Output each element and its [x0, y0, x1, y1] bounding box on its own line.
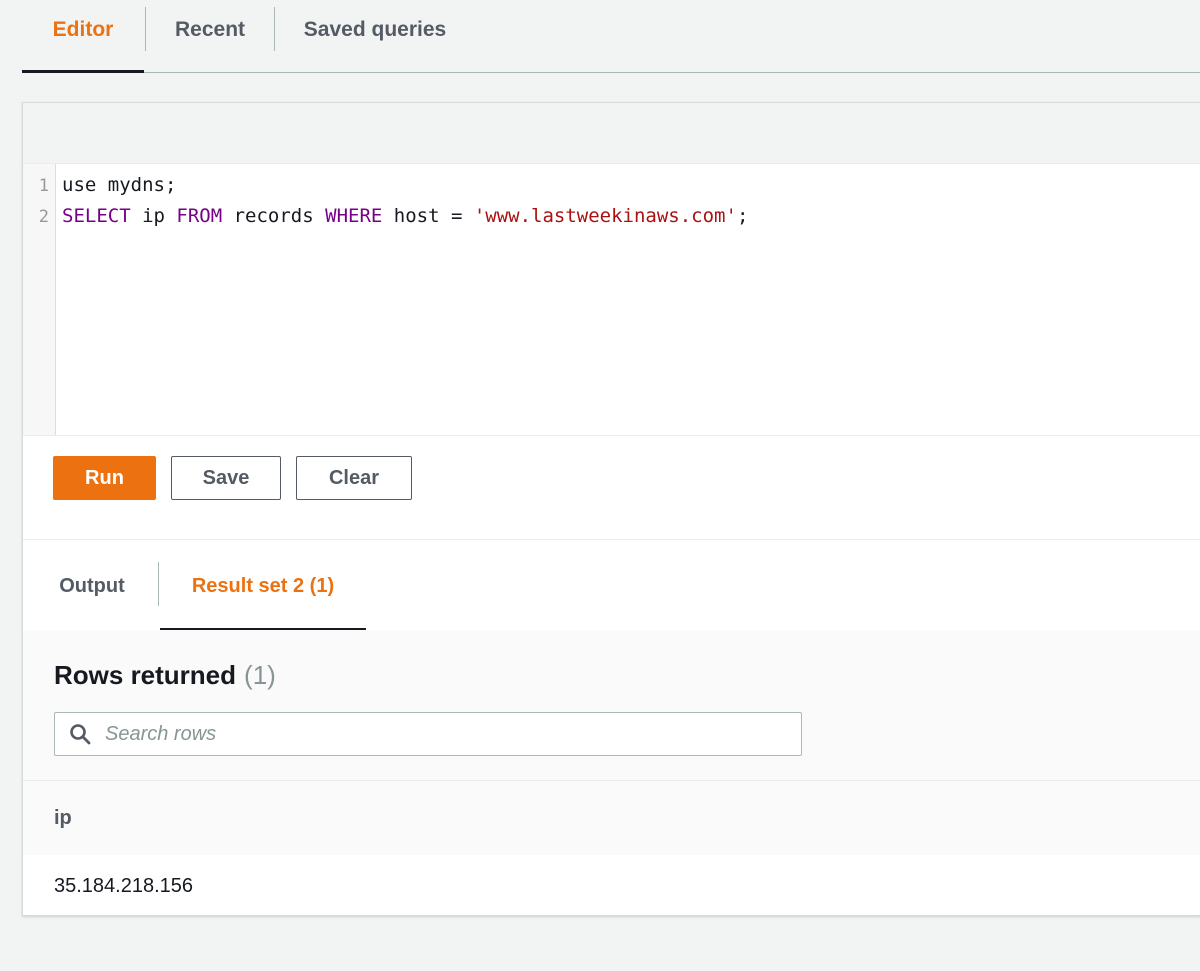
search-rows-box[interactable] — [54, 712, 802, 756]
save-button[interactable]: Save — [171, 456, 281, 500]
tab-divider — [158, 562, 159, 606]
result-tab-bar: Output Result set 2 (1) — [23, 539, 1200, 631]
run-button[interactable]: Run — [53, 456, 156, 500]
code-line-1[interactable]: use mydns; — [62, 174, 176, 196]
line-number: 2 — [38, 207, 49, 227]
code-line-2[interactable]: SELECT ip FROM records WHERE host = 'www… — [62, 205, 748, 227]
results-panel: Rows returned(1) ip 35.184.218.156 — [23, 630, 1200, 915]
clear-button[interactable]: Clear — [296, 456, 412, 500]
code-text: records — [222, 205, 326, 227]
code-text: ip — [130, 205, 177, 227]
sql-keyword: FROM — [176, 205, 223, 227]
top-tab-bar: Editor Recent Saved queries — [22, 0, 1200, 73]
sql-string: 'www.lastweekinaws.com' — [473, 205, 737, 227]
search-icon — [70, 724, 91, 745]
tab-editor[interactable]: Editor — [22, 0, 144, 73]
code-editor[interactable]: 1 2 use mydns; SELECT ip FROM records WH… — [23, 164, 1200, 436]
tab-result-set[interactable]: Result set 2 (1) — [160, 540, 366, 631]
tab-output[interactable]: Output — [40, 540, 144, 630]
tab-saved-queries[interactable]: Saved queries — [275, 0, 475, 72]
results-heading: Rows returned (1) — [54, 660, 276, 691]
rows-count: (1) — [244, 660, 276, 690]
table-header: ip — [23, 780, 1200, 856]
column-header-ip[interactable]: ip — [54, 807, 72, 830]
tab-recent[interactable]: Recent — [146, 0, 274, 72]
sql-keyword: WHERE — [325, 205, 383, 227]
query-editor-panel: 1 2 use mydns; SELECT ip FROM records WH… — [22, 102, 1200, 916]
rows-returned-label: Rows returned — [54, 660, 237, 690]
sql-keyword: SELECT — [62, 205, 131, 227]
table-row[interactable]: 35.184.218.156 — [23, 855, 1200, 915]
table-cell-ip: 35.184.218.156 — [54, 875, 194, 897]
code-text: ; — [736, 205, 749, 227]
editor-toolbar — [23, 103, 1200, 164]
line-number: 1 — [38, 176, 49, 196]
code-text: host = — [382, 205, 474, 227]
search-rows-input[interactable] — [105, 713, 795, 755]
line-number-gutter: 1 2 — [23, 164, 56, 435]
